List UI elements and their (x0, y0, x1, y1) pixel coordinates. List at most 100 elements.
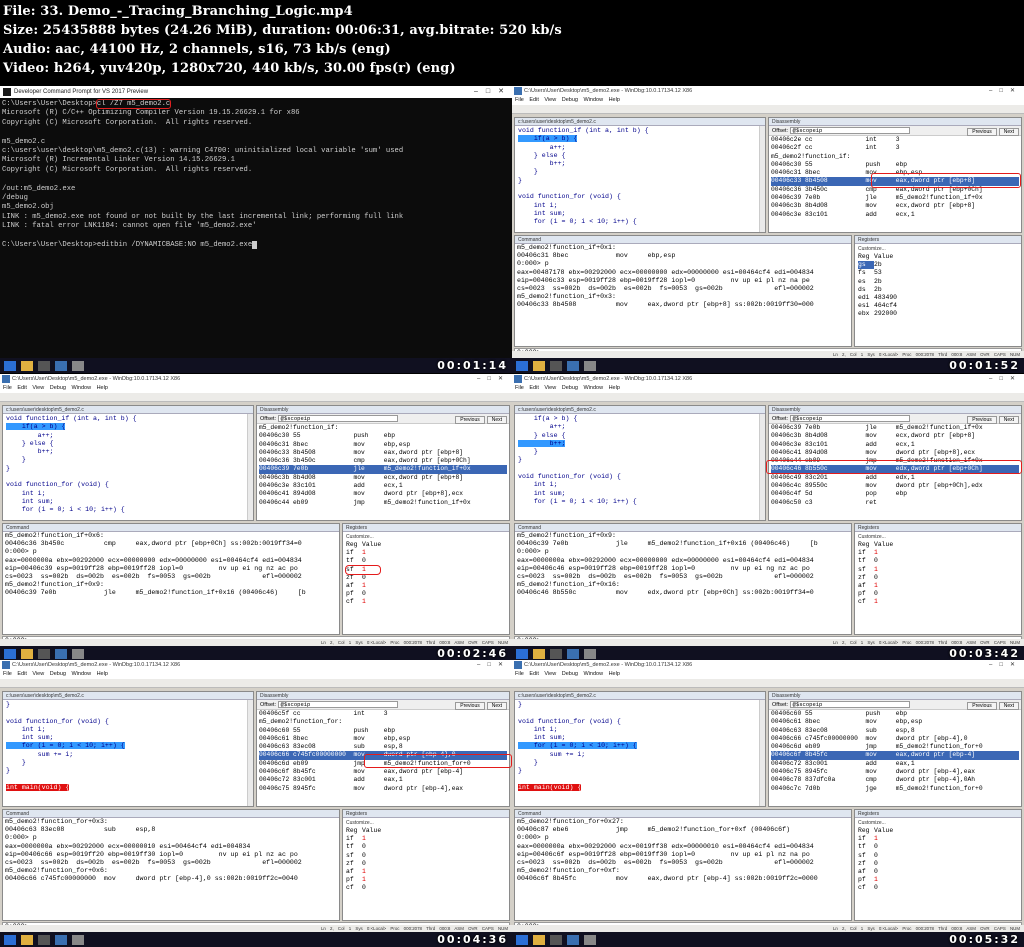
source-line[interactable]: int sum; (6, 734, 54, 741)
source-line[interactable]: int sum; (6, 498, 54, 505)
console-icon[interactable] (38, 934, 50, 945)
disassembly-line[interactable]: 00406c61 8bec mov ebp,esp (259, 735, 410, 742)
register-row[interactable]: if 1 (346, 835, 506, 843)
disassembly-line[interactable]: 00406c5f cc int 3 (259, 710, 387, 717)
source-line[interactable]: int i; (6, 490, 46, 497)
register-row[interactable]: cf 0 (858, 884, 1018, 892)
offset-input[interactable]: @$scopeip (789, 701, 910, 709)
window-buttons[interactable]: –□✕ (477, 660, 510, 670)
scrollbar[interactable] (759, 126, 765, 232)
source-line[interactable]: void function_for (void) { (518, 718, 621, 725)
disassembly-line[interactable]: 00406c72 83c001 add eax,1 (771, 760, 915, 767)
app-icon[interactable] (584, 648, 596, 659)
scrollbar[interactable] (247, 414, 253, 520)
next-button[interactable]: Next (998, 416, 1019, 424)
disassembly-line[interactable]: 00406c39 7e0b jle m5_demo2!function_if+0… (771, 194, 983, 201)
app-icon[interactable] (72, 360, 84, 371)
customize-button[interactable]: Customize... (858, 245, 1018, 253)
next-button[interactable]: Next (998, 128, 1019, 136)
scrollbar[interactable] (247, 700, 253, 806)
source-line[interactable]: b++; (6, 448, 54, 455)
offset-input[interactable]: @$scopeip (789, 415, 910, 423)
disassembly-line[interactable]: m5_demo2!function_if: (259, 424, 338, 431)
disassembly-line[interactable]: 00406c4f 5d pop ebp (771, 490, 907, 497)
windbg-title-bar[interactable]: C:\Users\User\Desktop\m5_demo2.exe - Win… (0, 374, 512, 384)
register-row[interactable]: tf 0 (346, 557, 506, 565)
source-line[interactable]: int sum; (518, 734, 566, 741)
register-row[interactable]: ebx 292000 (858, 310, 1018, 318)
register-row[interactable]: zf 0 (346, 574, 506, 582)
folder-icon[interactable] (21, 934, 33, 945)
source-line[interactable]: a++; (518, 423, 566, 430)
register-row[interactable]: tf 0 (858, 557, 1018, 565)
window-buttons[interactable]: –□✕ (989, 660, 1022, 670)
console-icon[interactable] (550, 648, 562, 659)
folder-icon[interactable] (533, 648, 545, 659)
start-icon[interactable] (516, 360, 528, 371)
window-buttons[interactable]: –□✕ (989, 86, 1022, 96)
disassembly-line[interactable]: 00406c30 55 push ebp (771, 161, 907, 168)
console-icon[interactable] (550, 934, 562, 945)
windbg-title-bar[interactable]: C:\Users\User\Desktop\m5_demo2.exe - Win… (512, 660, 1024, 670)
register-row[interactable]: zf 0 (858, 574, 1018, 582)
disassembly-line[interactable]: 00406c49 83c201 add edx,1 (771, 474, 915, 481)
source-line[interactable]: int i; (518, 481, 558, 488)
previous-button[interactable]: Previous (967, 416, 997, 424)
disassembly-line[interactable]: 00406c66 c745fc00000000 mov dword ptr [e… (771, 735, 968, 742)
toolbar[interactable] (512, 393, 1024, 402)
start-icon[interactable] (516, 648, 528, 659)
previous-button[interactable]: Previous (455, 702, 485, 710)
disassembly-line[interactable]: 00406c46 8b550c mov edx,dword ptr [ebp+0… (771, 465, 1019, 474)
source-line[interactable]: for (i = 0; i < 10; i++) { (6, 742, 125, 750)
disassembly-line[interactable]: 00406c50 c3 ret (771, 499, 877, 506)
windbg-title-bar[interactable]: C:\Users\User\Desktop\m5_demo2.exe - Win… (512, 374, 1024, 384)
source-line[interactable]: } (518, 759, 538, 766)
source-line[interactable]: void function_for (void) { (6, 718, 109, 725)
windbg-icon[interactable] (567, 648, 579, 659)
disassembly-line[interactable]: 00406c3e 83c101 add ecx,1 (259, 482, 403, 489)
disassembly-line[interactable]: 00406c41 894d08 mov dword ptr [ebp+8],ec… (259, 490, 463, 497)
toolbar[interactable] (512, 679, 1024, 688)
offset-input[interactable]: @$scopeip (277, 701, 398, 709)
source-line[interactable]: void function_if (int a, int b) { (6, 415, 137, 422)
register-row[interactable]: tf 0 (346, 843, 506, 851)
register-row[interactable]: af 1 (346, 582, 506, 590)
disassembly-line[interactable]: m5_demo2!function_if: (771, 153, 850, 160)
previous-button[interactable]: Previous (967, 128, 997, 136)
disassembly-line[interactable]: 00406c66 c745fc00000000 mov dword ptr [e… (259, 751, 507, 760)
disassembly-line[interactable]: 00406c60 55 push ebp (259, 727, 395, 734)
menu-bar[interactable]: File Edit View Debug Window Help (512, 384, 1024, 393)
customize-button[interactable]: Customize... (346, 819, 506, 827)
register-row[interactable]: zf 0 (858, 860, 1018, 868)
source-line[interactable]: } else { (518, 152, 566, 159)
window-buttons[interactable]: –□✕ (989, 374, 1022, 384)
source-line[interactable]: void function_for (void) { (518, 473, 621, 480)
source-line[interactable]: for (i = 0; i < 10; i++) { (518, 742, 637, 750)
register-row[interactable]: pf 0 (346, 590, 506, 598)
disassembly-line[interactable]: 00406c41 894d08 mov dword ptr [ebp+8],ec… (771, 449, 975, 456)
source-line[interactable]: } (518, 456, 522, 463)
cmd-title-bar[interactable]: Developer Command Prompt for VS 2017 Pre… (0, 86, 512, 98)
register-row[interactable]: zf 0 (346, 860, 506, 868)
disassembly-line[interactable]: 00406c61 8bec mov ebp,esp (771, 718, 922, 725)
app-icon[interactable] (584, 934, 596, 945)
disassembly-line[interactable]: 00406c39 7e0b jle m5_demo2!function_if+0… (771, 424, 983, 431)
source-line[interactable]: for (i = 0; i < 10; i++) { (6, 506, 125, 513)
register-row[interactable]: ds 2b (858, 286, 1018, 294)
register-row[interactable]: sf 0 (858, 852, 1018, 860)
disassembly-line[interactable]: 00406c6d eb09 jmp m5_demo2!function_for+… (259, 760, 471, 767)
disassembly-line[interactable]: 00406c4c 89550c mov dword ptr [ebp+0Ch],… (771, 482, 983, 489)
disassembly-line[interactable]: 00406c2f cc int 3 (771, 144, 899, 151)
disassembly-line[interactable]: 00406c31 8bec mov ebp,esp (771, 169, 922, 176)
register-row[interactable]: tf 0 (858, 843, 1018, 851)
register-row[interactable]: if 1 (346, 549, 506, 557)
folder-icon[interactable] (533, 934, 545, 945)
disassembly-line[interactable]: m5_demo2!function_for: (259, 718, 342, 725)
disassembly-line[interactable]: 00406c7c 7d0b jge m5_demo2!function_for+… (771, 785, 983, 792)
menu-bar[interactable]: File Edit View Debug Window Help (512, 670, 1024, 679)
disassembly-line[interactable]: 00406c6f 8b45fc mov eax,dword ptr [ebp-4… (771, 751, 1019, 760)
disassembly-line[interactable]: 00406c33 8b4508 mov eax,dword ptr [ebp+8… (771, 177, 1019, 186)
source-line[interactable]: int main(void) { (518, 783, 582, 791)
toolbar[interactable] (0, 393, 512, 402)
scrollbar[interactable] (759, 414, 765, 520)
